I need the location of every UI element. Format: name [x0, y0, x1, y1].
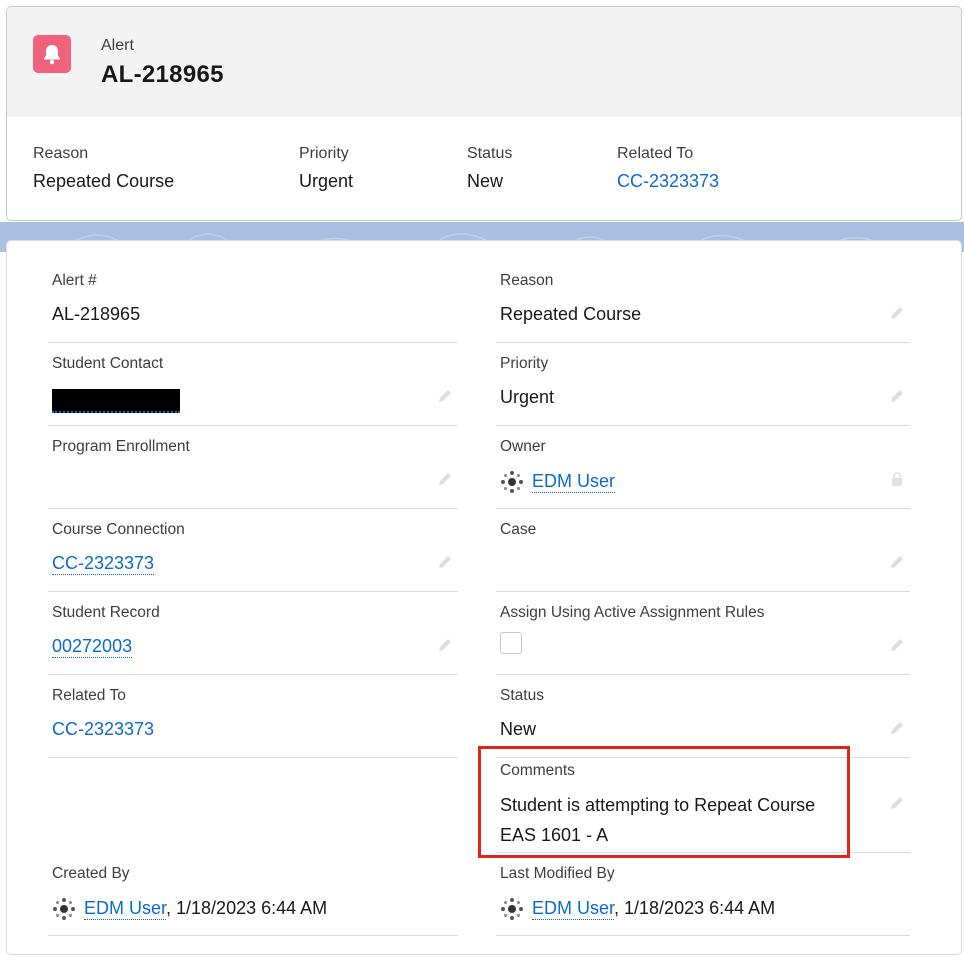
- user-avatar-icon: [53, 898, 75, 920]
- highlight-label: Priority: [299, 145, 349, 162]
- assign-rules-checkbox[interactable]: [500, 632, 522, 654]
- highlight-annotation-box: [478, 746, 850, 858]
- course-connection-link[interactable]: CC-2323373: [52, 553, 155, 575]
- pencil-icon[interactable]: [436, 387, 454, 405]
- created-date: , 1/18/2023 6:44 AM: [166, 897, 328, 918]
- highlight-label: Reason: [33, 145, 89, 162]
- field-student-record: Student Record 00272003: [48, 592, 458, 675]
- highlight-value: Urgent: [299, 171, 354, 191]
- field-value: CC-2323373: [52, 553, 155, 575]
- field-value: 00272003: [52, 636, 133, 658]
- highlight-reason: Reason Repeated Course: [33, 145, 174, 192]
- pencil-icon[interactable]: [436, 553, 454, 571]
- field-owner: Owner EDM User: [496, 426, 910, 509]
- field-label: Student Contact: [52, 355, 164, 372]
- related-to-link[interactable]: CC-2323373: [617, 171, 719, 192]
- field-program-enrollment: Program Enrollment: [48, 426, 458, 509]
- alert-object-icon: [33, 35, 71, 73]
- field-label: Alert #: [52, 272, 97, 289]
- pencil-icon[interactable]: [436, 636, 454, 654]
- pencil-icon[interactable]: [888, 636, 906, 654]
- pencil-icon[interactable]: [888, 387, 906, 405]
- field-value: AL-218965: [52, 304, 141, 324]
- owner-link[interactable]: EDM User: [532, 470, 616, 493]
- field-label: Last Modified By: [500, 865, 615, 882]
- user-avatar-icon: [501, 471, 523, 493]
- highlight-label: Status: [467, 145, 513, 162]
- field-created-by: Created By EDM User, 1/18/2023 6:44 AM: [48, 853, 458, 936]
- created-by-user-link[interactable]: EDM User: [84, 897, 167, 920]
- highlight-priority: Priority Urgent: [299, 145, 353, 192]
- field-label: Program Enrollment: [52, 438, 190, 455]
- field-value: EDM User: [500, 470, 616, 494]
- last-modified-date: , 1/18/2023 6:44 AM: [614, 897, 776, 918]
- highlight-value: Repeated Course: [33, 171, 175, 191]
- field-label: Assign Using Active Assignment Rules: [500, 604, 765, 621]
- record-name: AL-218965: [101, 61, 224, 88]
- field-label: Priority: [500, 355, 549, 372]
- field-value: EDM User, 1/18/2023 6:44 AM: [500, 897, 775, 921]
- related-to-link[interactable]: CC-2323373: [52, 719, 154, 740]
- field-case: Case: [496, 509, 910, 592]
- pencil-icon[interactable]: [888, 719, 906, 737]
- bell-icon: [44, 45, 60, 65]
- pencil-icon[interactable]: [888, 304, 906, 322]
- field-alert-number: Alert # AL-218965: [48, 260, 458, 343]
- lock-icon: [892, 472, 902, 486]
- field-related-to: Related To CC-2323373: [48, 675, 458, 758]
- field-value: EDM User, 1/18/2023 6:44 AM: [52, 897, 327, 921]
- highlight-related-to: Related To CC-2323373: [617, 145, 719, 192]
- field-student-contact: Student Contact: [48, 343, 458, 426]
- field-label: Student Record: [52, 604, 160, 621]
- field-label: Created By: [52, 865, 130, 882]
- user-avatar-icon: [501, 898, 523, 920]
- field-label: Reason: [500, 272, 554, 289]
- field-reason: Reason Repeated Course: [496, 260, 910, 343]
- field-value[interactable]: [52, 389, 180, 418]
- redacted-contact-link[interactable]: [52, 389, 180, 413]
- field-course-connection: Course Connection CC-2323373: [48, 509, 458, 592]
- field-last-modified-by: Last Modified By EDM User, 1/18/2023 6:4…: [496, 853, 910, 936]
- field-priority: Priority Urgent: [496, 343, 910, 426]
- field-label: Owner: [500, 438, 546, 455]
- record-header: Alert AL-218965 Reason Repeated Course P…: [6, 6, 962, 221]
- header-title-area: Alert AL-218965: [7, 7, 961, 117]
- field-label: Course Connection: [52, 521, 185, 538]
- pencil-icon[interactable]: [888, 553, 906, 571]
- field-label: Related To: [52, 687, 126, 704]
- highlight-status: Status New: [467, 145, 512, 192]
- field-label: Status: [500, 687, 544, 704]
- last-modified-user-link[interactable]: EDM User: [532, 897, 615, 920]
- object-type-label: Alert: [101, 37, 134, 54]
- field-assign-rules: Assign Using Active Assignment Rules: [496, 592, 910, 675]
- field-label: Case: [500, 521, 537, 538]
- student-record-link[interactable]: 00272003: [52, 636, 133, 658]
- field-value: Repeated Course: [500, 304, 642, 324]
- pencil-icon[interactable]: [436, 470, 454, 488]
- field-value: New: [500, 719, 537, 739]
- pencil-icon[interactable]: [888, 794, 906, 812]
- highlight-value: New: [467, 171, 504, 191]
- highlight-label: Related To: [617, 145, 694, 162]
- field-value: Urgent: [500, 387, 555, 407]
